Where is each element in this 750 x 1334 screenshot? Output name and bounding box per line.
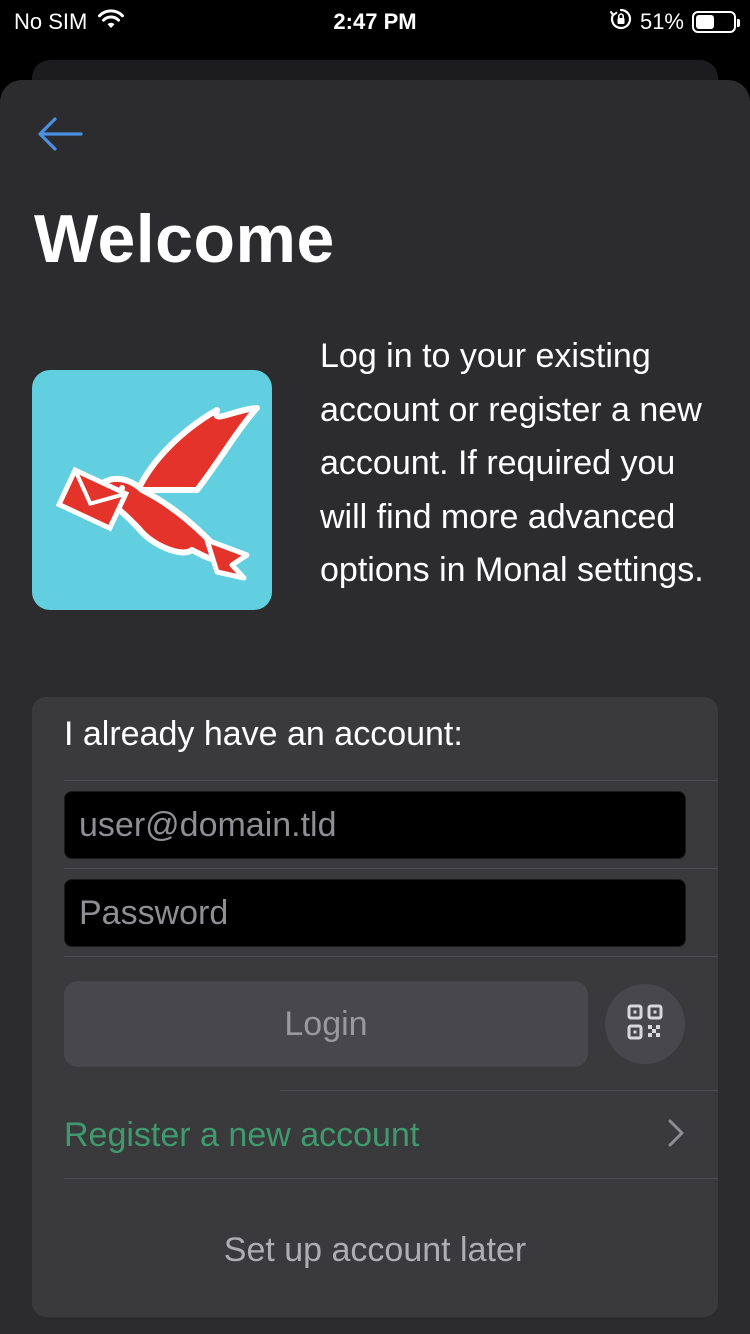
- divider: [280, 1090, 718, 1091]
- register-account-label: Register a new account: [64, 1115, 420, 1154]
- divider: [64, 868, 718, 869]
- orientation-lock-icon: [609, 8, 632, 36]
- login-button[interactable]: Login: [64, 981, 588, 1067]
- qr-scan-button[interactable]: [605, 984, 685, 1064]
- qr-code-icon: [627, 1004, 663, 1045]
- divider: [64, 956, 718, 957]
- carrier-label: No SIM: [14, 9, 88, 34]
- status-left: No SIM: [14, 8, 125, 36]
- username-field[interactable]: [64, 791, 686, 859]
- divider: [64, 1178, 718, 1179]
- divider: [64, 780, 718, 781]
- battery-level: [696, 15, 715, 29]
- setup-later-label: Set up account later: [223, 1230, 527, 1269]
- monal-dove-logo: [32, 370, 272, 610]
- status-right: 51%: [609, 8, 740, 36]
- intro-text: Log in to your existing account or regis…: [320, 337, 704, 589]
- login-button-label: Login: [284, 1004, 368, 1043]
- password-field[interactable]: [64, 879, 686, 947]
- register-account-row[interactable]: Register a new account: [32, 1092, 718, 1178]
- login-card-heading: I already have an account:: [64, 715, 463, 753]
- wifi-icon: [97, 8, 125, 36]
- setup-later-button[interactable]: Set up account later: [32, 1212, 718, 1288]
- arrow-left-icon: [35, 114, 85, 159]
- status-bar: No SIM 2:47 PM 51%: [0, 0, 750, 44]
- battery-icon: [692, 11, 740, 33]
- chevron-right-icon: [666, 1118, 686, 1153]
- login-card: I already have an account: Login: [32, 697, 718, 1317]
- back-button[interactable]: [34, 112, 86, 160]
- page-title: Welcome: [34, 201, 335, 277]
- battery-percent: 51%: [639, 9, 684, 34]
